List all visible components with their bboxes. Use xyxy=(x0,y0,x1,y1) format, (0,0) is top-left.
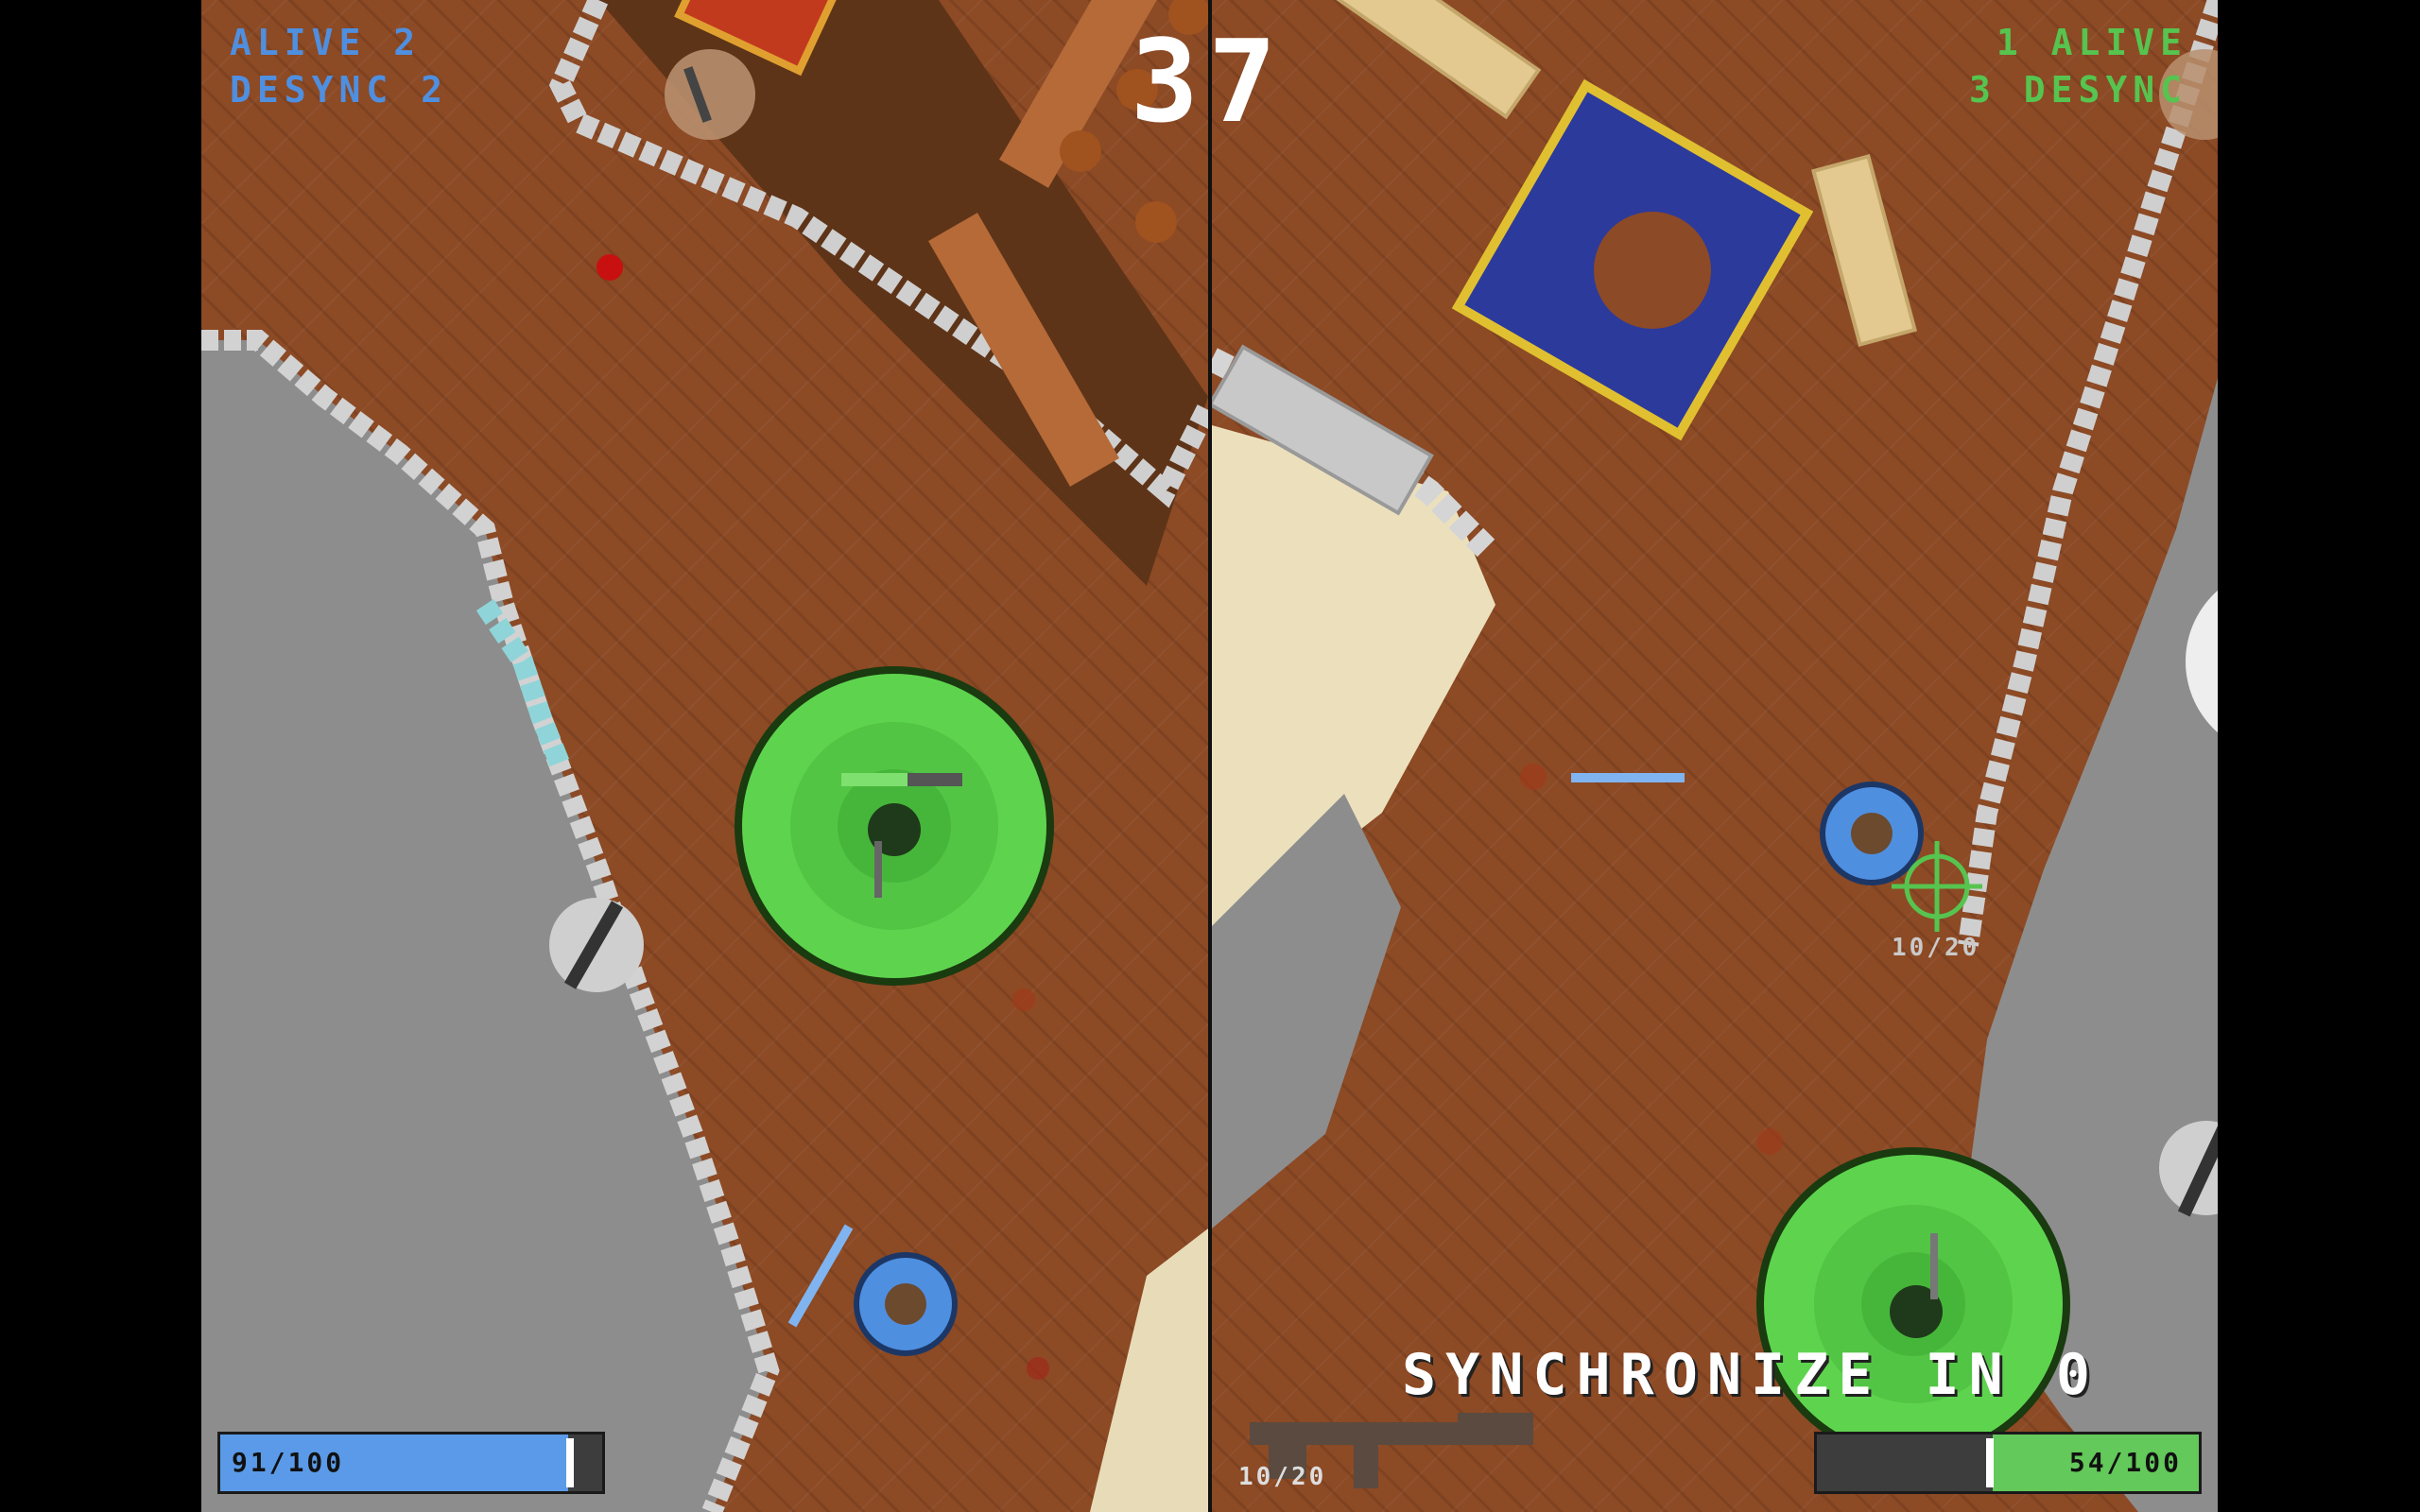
team-status-right: 1 ALIVE 3 DESYNC xyxy=(1969,19,2187,113)
ammo-counter-world: 10/20 xyxy=(1892,934,1980,962)
desync-count: DESYNC 2 xyxy=(230,69,449,111)
player-gun xyxy=(874,841,882,898)
left-world xyxy=(201,0,1208,1512)
health-bar-notch xyxy=(1986,1438,1994,1487)
ammo-counter-hud: 10/20 xyxy=(1238,1463,1327,1491)
blood-splatter xyxy=(1520,764,1547,790)
blood-splatter xyxy=(1012,988,1035,1011)
weapon-pickup xyxy=(665,49,755,140)
table xyxy=(1594,212,1711,329)
team-status-left: ALIVE 2 DESYNC 2 xyxy=(230,19,448,113)
right-player-view: 1 ALIVE 3 DESYNC 54/100 xyxy=(1212,0,2218,1512)
right-world xyxy=(1212,0,2218,1512)
sync-countdown: SYNCHRONIZE IN 0 xyxy=(1402,1342,2100,1408)
health-bar-notch xyxy=(566,1438,574,1487)
left-player-view: ALIVE 2 DESYNC 2 91/100 xyxy=(201,0,1208,1512)
health-bar-left: 91/100 xyxy=(217,1432,605,1494)
round-timer: 37 xyxy=(1130,17,1287,148)
sofa xyxy=(1317,0,1542,120)
enemy-gun-blue xyxy=(787,1224,854,1328)
health-text: 54/100 xyxy=(2068,1447,2182,1478)
health-text: 91/100 xyxy=(232,1447,345,1478)
alive-count: 1 ALIVE xyxy=(1996,22,2187,63)
tile-floor xyxy=(1090,1228,1208,1512)
blood-splatter xyxy=(1027,1357,1049,1380)
sofa xyxy=(1810,154,1918,347)
blood-splatter xyxy=(596,254,623,281)
alive-count: ALIVE 2 xyxy=(230,22,422,63)
health-bar-right: 54/100 xyxy=(1814,1432,2202,1494)
player-gun xyxy=(1930,1233,1938,1299)
split-screen-game: ALIVE 2 DESYNC 2 91/100 1 ALIVE 3 DESYNC… xyxy=(201,0,2218,1512)
blood-splatter xyxy=(1756,1128,1783,1155)
enemy-gun-blue xyxy=(1571,773,1685,782)
desync-count: 3 DESYNC xyxy=(1968,69,2187,111)
